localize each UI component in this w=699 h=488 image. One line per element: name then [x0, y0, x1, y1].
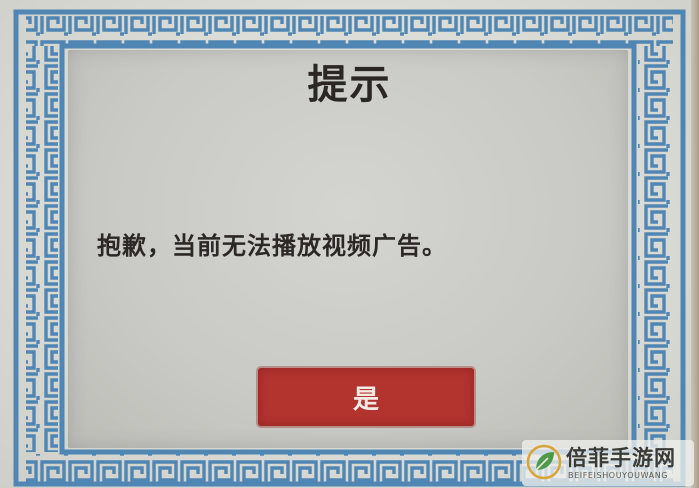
leaf-logo-icon — [526, 444, 562, 480]
watermark: 倍菲手游网 BEIFEISHOUYOUWANG — [522, 440, 694, 486]
confirm-button-label: 是 — [352, 384, 379, 415]
dialog-message: 抱歉，当前无法播放视频广告。 — [97, 231, 447, 260]
confirm-button[interactable]: 是 — [258, 368, 474, 426]
watermark-name: 倍菲手游网 — [566, 445, 676, 470]
dialog-title: 提示 — [307, 61, 392, 108]
watermark-subtitle: BEIFEISHOUYOUWANG — [568, 471, 669, 480]
